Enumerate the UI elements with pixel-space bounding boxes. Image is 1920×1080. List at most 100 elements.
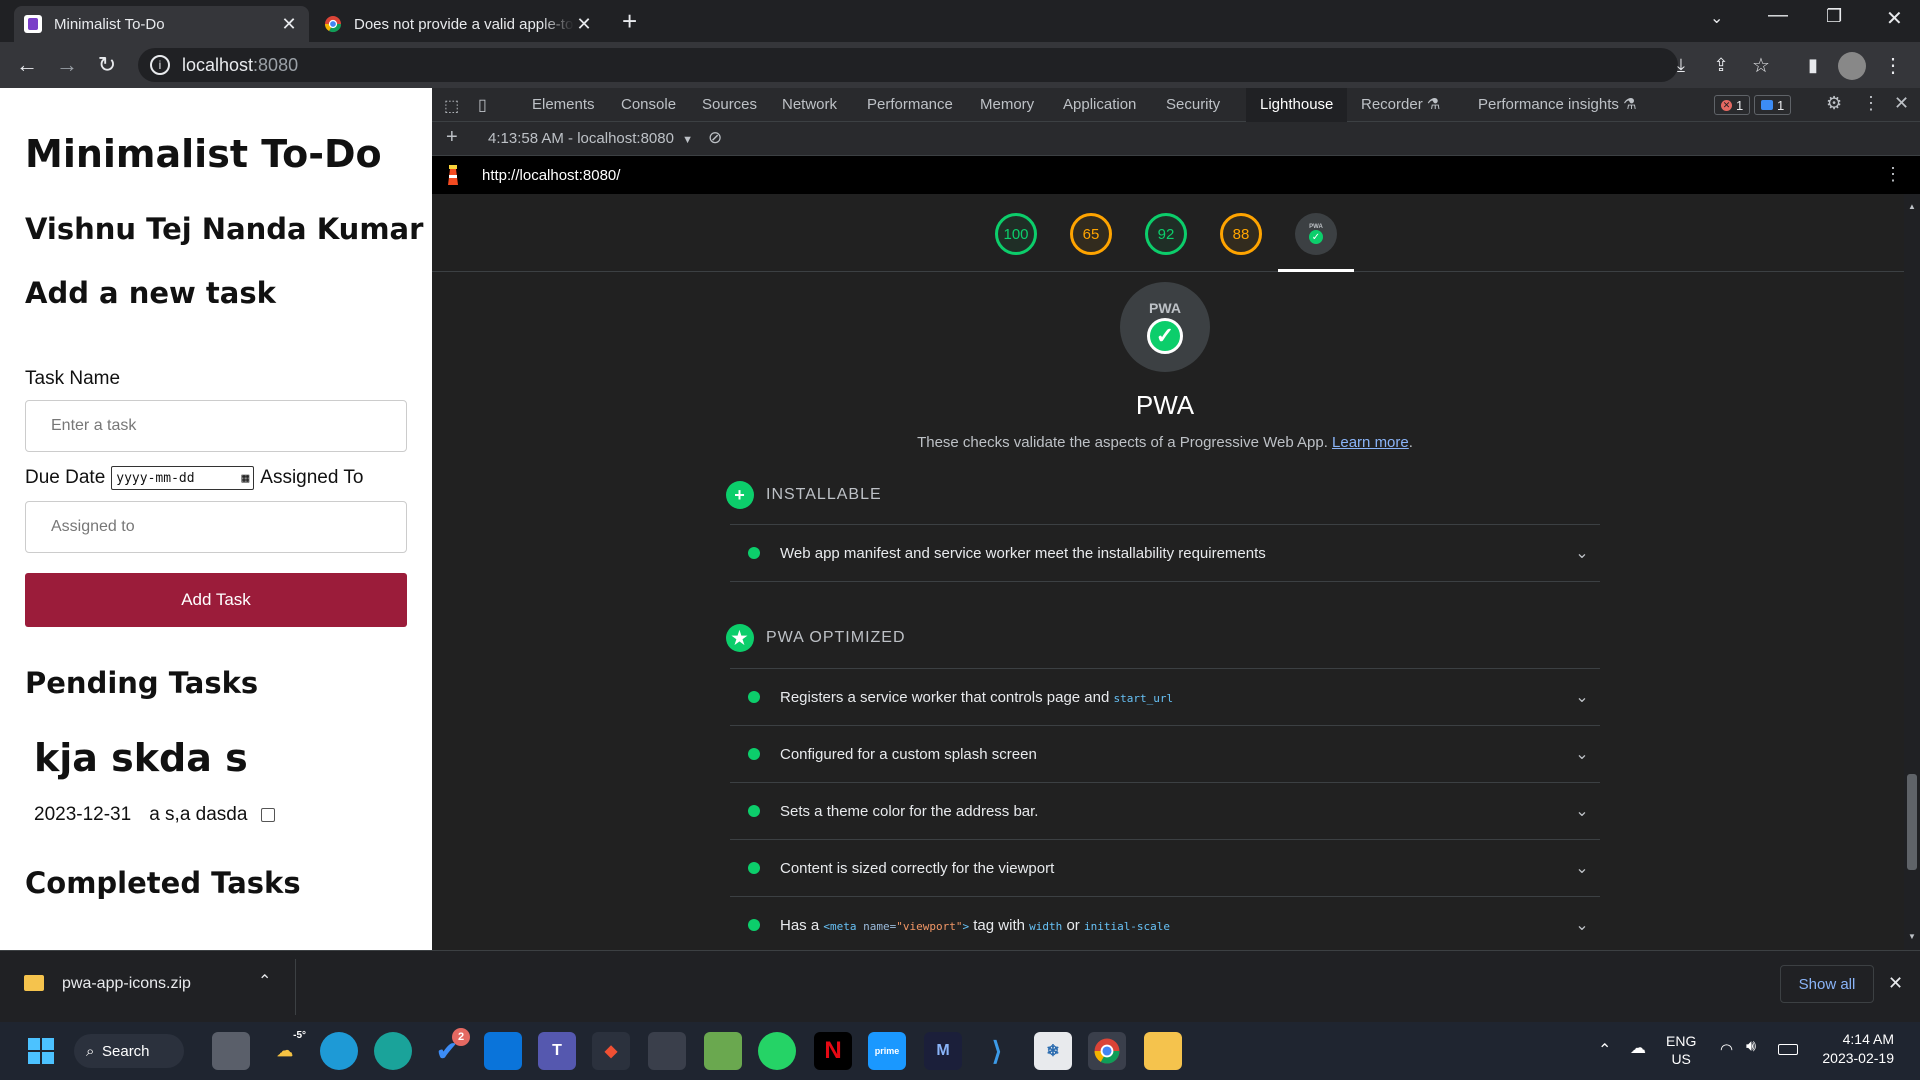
new-report-icon[interactable]: + [446, 126, 458, 149]
system-clock[interactable]: 4:14 AM 2023-02-19 [1810, 1030, 1894, 1068]
score-seo-gauge[interactable]: 88 [1220, 213, 1262, 255]
tab-lighthouse[interactable]: Lighthouse [1246, 88, 1348, 122]
score-best-practices-gauge[interactable]: 92 [1145, 213, 1187, 255]
download-file-name[interactable]: pwa-app-icons.zip [62, 975, 191, 993]
tab-console[interactable]: Console [621, 88, 676, 122]
report-url[interactable]: http://localhost:8080/ [482, 167, 620, 184]
scroll-down-icon[interactable]: ▼ [1908, 932, 1916, 941]
tab-minimalist-todo[interactable]: Minimalist To-Do ✕ [14, 6, 309, 42]
audit-meta-viewport[interactable]: Has a <meta name="viewport"> tag with wi… [730, 896, 1600, 953]
tab-apple-touch-icon[interactable]: Does not provide a valid apple-touch-ico… [314, 6, 604, 42]
show-all-button[interactable]: Show all [1780, 965, 1874, 1003]
edge-dev-icon[interactable] [374, 1032, 412, 1070]
tab-performance[interactable]: Performance [867, 88, 953, 122]
close-devtools-icon[interactable]: ✕ [1894, 93, 1909, 114]
scroll-up-icon[interactable]: ▲ [1908, 202, 1916, 211]
report-selector[interactable]: 4:13:58 AM - localhost:8080 ▼ [488, 130, 693, 147]
edge-icon[interactable] [320, 1032, 358, 1070]
calendar-icon[interactable]: ▦ [241, 471, 249, 486]
paint-icon[interactable] [704, 1032, 742, 1070]
scrollbar-thumb[interactable] [1907, 774, 1917, 870]
learn-more-link[interactable]: Learn more [1332, 434, 1409, 451]
download-options-icon[interactable]: ⌃ [258, 971, 271, 991]
tab-network[interactable]: Network [782, 88, 837, 122]
audit-installable[interactable]: Web app manifest and service worker meet… [730, 524, 1600, 581]
inspect-element-icon[interactable]: ⬚ [444, 96, 459, 116]
volume-icon[interactable]: 🔊︎ [1746, 1038, 1756, 1056]
tab-recorder[interactable]: Recorder ⚗ [1361, 88, 1440, 122]
report-menu-icon[interactable]: ⋮ [1884, 164, 1902, 185]
file-explorer-icon[interactable] [1144, 1032, 1182, 1070]
back-icon[interactable]: ← [10, 48, 44, 82]
assigned-to-input[interactable]: Assigned to [25, 501, 407, 553]
tab-search-icon[interactable]: ⌄ [1710, 8, 1723, 28]
wifi-icon[interactable]: ◠ [1720, 1040, 1733, 1058]
score-pwa-badge[interactable]: PWA ✓ [1295, 213, 1337, 255]
expand-chevron-icon[interactable]: ⌄ [1564, 915, 1600, 935]
message-counter[interactable]: 1 [1754, 95, 1792, 115]
devtools-menu-icon[interactable]: ⋮ [1862, 93, 1880, 114]
reload-icon[interactable]: ↻ [90, 48, 124, 82]
weather-widget[interactable]: ☁ -5° [266, 1030, 306, 1070]
whatsapp-icon[interactable] [758, 1032, 796, 1070]
audit-service-worker[interactable]: Registers a service worker that controls… [730, 668, 1600, 725]
todo-app-icon[interactable]: ✔ 2 [428, 1028, 470, 1070]
task-done-checkbox[interactable] [261, 808, 276, 822]
device-toolbar-icon[interactable]: ▯ [478, 95, 487, 115]
add-task-button[interactable]: Add Task [25, 573, 407, 627]
store-icon[interactable] [484, 1032, 522, 1070]
side-panel-icon[interactable]: ▮ [1796, 48, 1830, 82]
score-performance-gauge[interactable]: 100 [995, 213, 1037, 255]
task-view-icon[interactable] [212, 1032, 250, 1070]
app-icon[interactable]: M [924, 1032, 962, 1070]
vscode-icon[interactable]: ⟩ [978, 1032, 1016, 1070]
close-tab-icon[interactable]: ✕ [574, 14, 594, 35]
close-window-icon[interactable]: ✕ [1886, 6, 1903, 31]
report-scrollbar[interactable]: ▲ ▼ [1904, 194, 1920, 950]
score-accessibility-gauge[interactable]: 65 [1070, 213, 1112, 255]
tab-elements[interactable]: Elements [532, 88, 595, 122]
bookmark-star-icon[interactable]: ☆ [1744, 48, 1778, 82]
expand-chevron-icon[interactable]: ⌄ [1564, 543, 1600, 563]
install-app-icon[interactable]: ⤓ [1664, 48, 1698, 82]
audit-splash-screen[interactable]: Configured for a custom splash screen ⌄ [730, 725, 1600, 782]
expand-chevron-icon[interactable]: ⌄ [1564, 858, 1600, 878]
address-bar[interactable]: i localhost :8080 [138, 48, 1678, 82]
audit-viewport-size[interactable]: Content is sized correctly for the viewp… [730, 839, 1600, 896]
close-download-bar-icon[interactable]: ✕ [1888, 973, 1903, 994]
forward-icon[interactable]: → [50, 48, 84, 82]
taskbar-search[interactable]: ⌕ Search [74, 1034, 184, 1068]
chrome-icon[interactable] [1088, 1032, 1126, 1070]
language-indicator[interactable]: ENG US [1666, 1032, 1696, 1068]
tab-sources[interactable]: Sources [702, 88, 757, 122]
clear-reports-icon[interactable]: ⊘ [708, 128, 722, 148]
expand-chevron-icon[interactable]: ⌄ [1564, 687, 1600, 707]
git-icon[interactable]: ◆ [592, 1032, 630, 1070]
share-icon[interactable]: ⇪ [1704, 48, 1738, 82]
audit-theme-color[interactable]: Sets a theme color for the address bar. … [730, 782, 1600, 839]
snowflake-app-icon[interactable]: ❄ [1034, 1032, 1072, 1070]
tab-performance-insights[interactable]: Performance insights ⚗ [1478, 88, 1637, 122]
error-counter[interactable]: ✕ 1 [1714, 95, 1751, 115]
show-hidden-icons[interactable]: ⌃ [1598, 1040, 1611, 1060]
chrome-menu-icon[interactable]: ⋮ [1876, 48, 1910, 82]
tab-application[interactable]: Application [1063, 88, 1136, 122]
expand-chevron-icon[interactable]: ⌄ [1564, 744, 1600, 764]
start-windows-icon[interactable] [22, 1032, 60, 1070]
battery-icon[interactable] [1778, 1044, 1798, 1055]
cloud-offline-icon[interactable]: ☁ [1630, 1038, 1646, 1058]
expand-chevron-icon[interactable]: ⌄ [1564, 801, 1600, 821]
profile-avatar[interactable] [1838, 52, 1866, 80]
netflix-icon[interactable]: N [814, 1032, 852, 1070]
tab-memory[interactable]: Memory [980, 88, 1034, 122]
teams-icon[interactable]: T [538, 1032, 576, 1070]
snipping-tool-icon[interactable] [648, 1032, 686, 1070]
due-date-input[interactable]: yyyy-mm-dd ▦ [111, 466, 255, 490]
close-tab-icon[interactable]: ✕ [279, 14, 299, 35]
minimize-icon[interactable]: — [1768, 4, 1788, 27]
new-tab-icon[interactable]: + [622, 6, 637, 37]
task-name-input[interactable]: Enter a task [25, 400, 407, 452]
prime-video-icon[interactable]: prime [868, 1032, 906, 1070]
tab-security[interactable]: Security [1166, 88, 1220, 122]
site-info-icon[interactable]: i [150, 55, 170, 75]
